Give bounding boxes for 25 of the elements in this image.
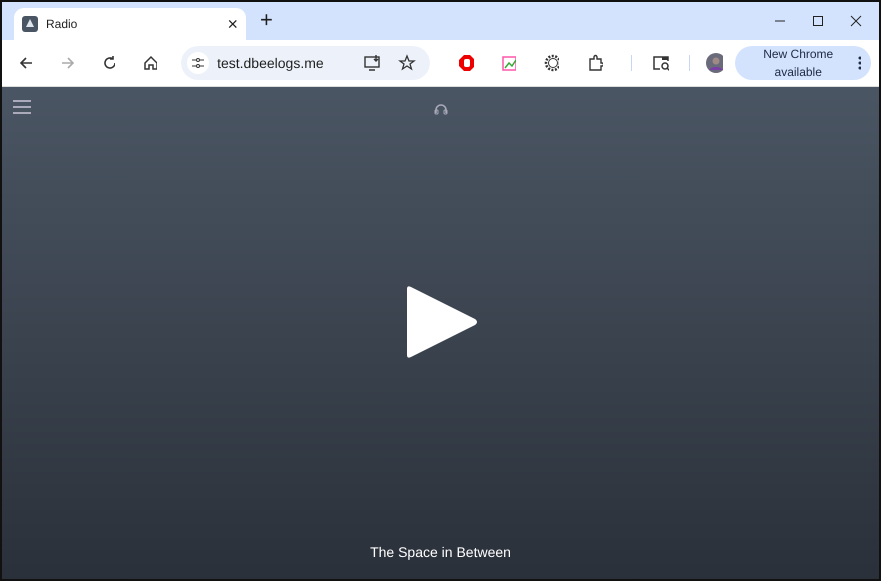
site-settings-icon[interactable] [187,52,210,74]
reload-icon[interactable] [102,55,116,71]
hand-icon[interactable] [458,54,474,72]
star-icon[interactable] [398,54,416,72]
home-icon[interactable] [143,55,158,71]
back-icon[interactable] [18,55,32,71]
update-button[interactable]: New Chrome available [734,46,872,80]
browser-tab[interactable]: Radio × [14,8,246,40]
track-title: The Space in Between [370,543,511,562]
address-bar[interactable]: test.dbeelogs.me [181,46,430,80]
maximize-icon[interactable] [811,14,825,28]
sun-icon[interactable] [544,54,560,72]
close-icon[interactable] [849,14,863,28]
new-tab-button[interactable]: + [260,3,273,36]
search-tab-icon[interactable] [652,54,669,72]
site-icon [22,16,38,32]
avatar-icon[interactable] [706,53,723,73]
extensions-icon[interactable] [587,54,603,72]
tab-title: Radio [46,16,78,33]
menu-icon[interactable] [12,99,32,115]
install-icon[interactable] [364,54,382,72]
more-icon[interactable] [858,56,862,70]
headphones-icon [434,103,448,115]
close-tab-button[interactable]: × [227,10,238,38]
url-text: test.dbeelogs.me [217,54,324,73]
